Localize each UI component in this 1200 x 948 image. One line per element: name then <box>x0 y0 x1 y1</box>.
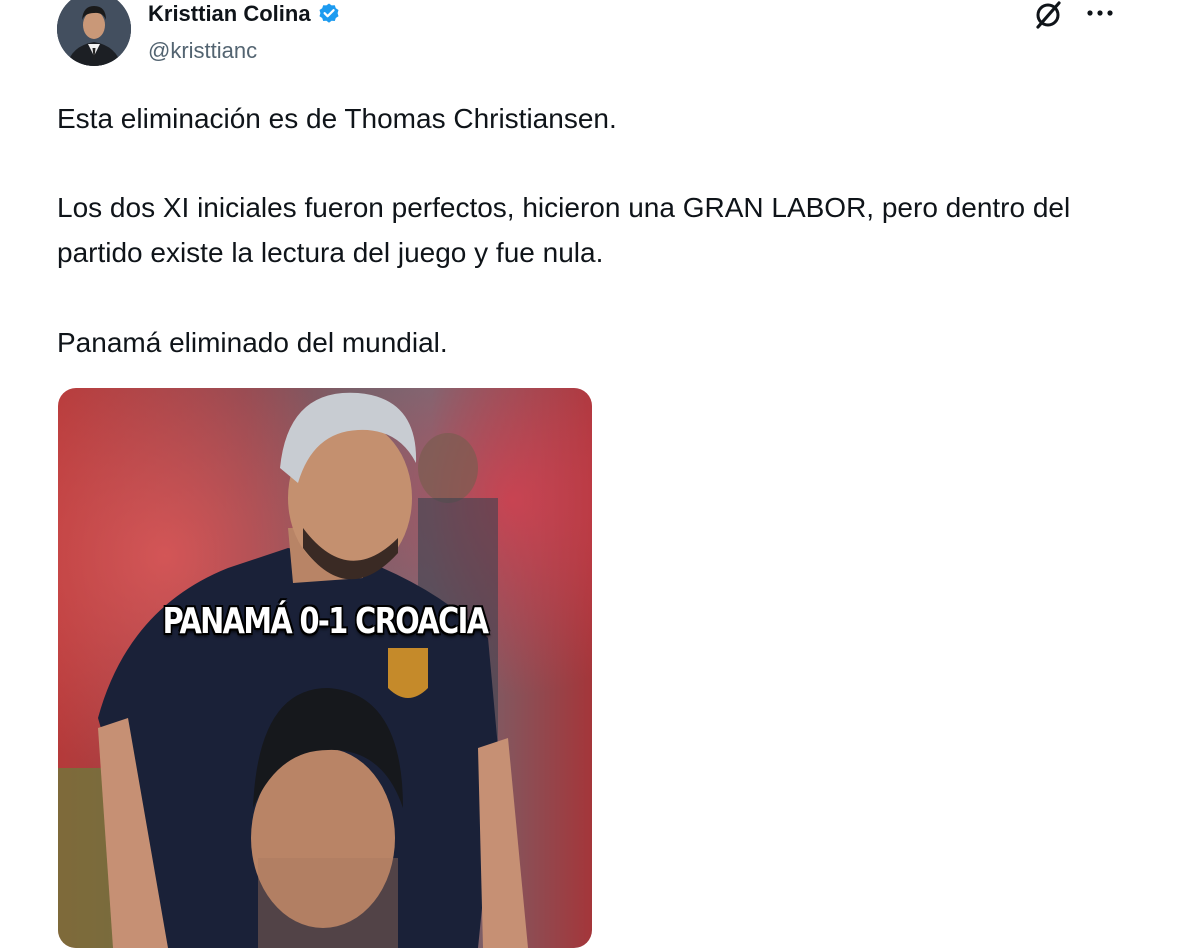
tweet-paragraph-1: Esta eliminación es de Thomas Christians… <box>57 103 617 134</box>
author-name[interactable]: Kristtian Colina <box>148 0 341 28</box>
tweet-paragraph-3: Panamá eliminado del mundial. <box>57 327 448 358</box>
grok-button[interactable] <box>1031 0 1065 30</box>
tweet-paragraph-2: Los dos XI iniciales fueron perfectos, h… <box>57 192 1071 268</box>
verified-badge-icon <box>317 2 341 26</box>
more-icon <box>1087 10 1113 16</box>
media-overlay-text: PANAMÁ 0-1 CROACIA <box>162 601 489 642</box>
author-name-text[interactable]: Kristtian Colina <box>148 0 311 28</box>
author-handle[interactable]: @kristtianc <box>148 38 257 64</box>
tweet-media-image[interactable]: PANAMÁ 0-1 CROACIA <box>58 388 592 948</box>
avatar-image <box>57 0 131 66</box>
grok-icon <box>1036 1 1061 29</box>
avatar[interactable] <box>57 0 131 66</box>
media-photo <box>58 388 592 948</box>
more-button[interactable] <box>1085 0 1115 26</box>
